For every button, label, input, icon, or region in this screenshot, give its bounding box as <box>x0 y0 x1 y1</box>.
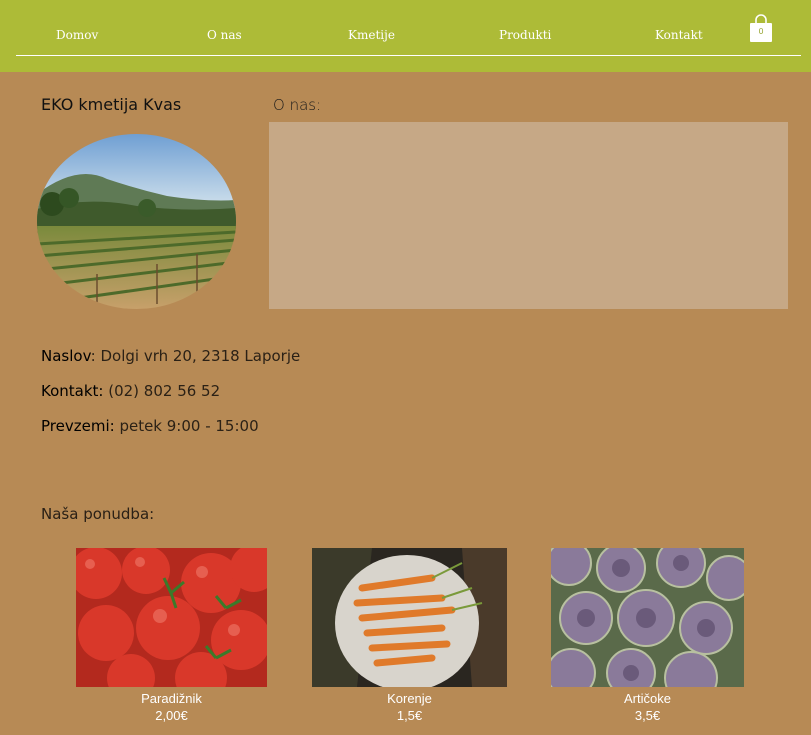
contact-value: (02) 802 56 52 <box>103 382 221 400</box>
product-name: Paradižnik <box>141 691 202 706</box>
product-price: 3,5€ <box>634 708 661 723</box>
artichokes-photo[interactable] <box>551 548 744 687</box>
nav-item-domov[interactable]: Domov <box>56 28 98 42</box>
pickup-label: Prevzemi: <box>41 417 115 435</box>
about-label: O nas: <box>273 96 322 114</box>
product-price: 2,00€ <box>155 708 188 723</box>
nav-item-kontakt[interactable]: Kontakt <box>655 28 703 42</box>
address-value: : Dolgi vrh 20, 2318 Laporje <box>90 347 301 365</box>
farm-title: EKO kmetija Kvas <box>41 95 182 114</box>
nav-item-kmetije[interactable]: Kmetije <box>348 28 395 42</box>
contact-line: Kontakt: (02) 802 56 52 <box>41 382 220 400</box>
contact-label: Kontakt: <box>41 382 104 400</box>
tomatoes-photo[interactable] <box>76 548 267 687</box>
nav-item-o-nas[interactable]: O nas <box>207 28 242 42</box>
product-name: Korenje <box>387 691 432 706</box>
product-price: 1,5€ <box>396 708 423 723</box>
address-line: Naslov: Dolgi vrh 20, 2318 Laporje <box>41 347 300 365</box>
nav-divider <box>16 55 801 56</box>
carrots-photo[interactable] <box>312 548 507 687</box>
offer-title: Naša ponudba: <box>41 505 155 523</box>
header-bar: Domov O nas Kmetije Produkti Kontakt 0 <box>0 0 811 72</box>
pickup-line: Prevzemi: petek 9:00 - 15:00 <box>41 417 259 435</box>
address-label: Naslov <box>41 347 91 365</box>
cart-button[interactable]: 0 <box>748 14 774 44</box>
product-name: Artičoke <box>624 691 671 706</box>
vineyard-photo <box>37 134 236 309</box>
about-content-box <box>269 122 788 309</box>
cart-count: 0 <box>758 27 764 36</box>
nav-item-produkti[interactable]: Produkti <box>499 28 551 42</box>
pickup-value: petek 9:00 - 15:00 <box>114 417 259 435</box>
